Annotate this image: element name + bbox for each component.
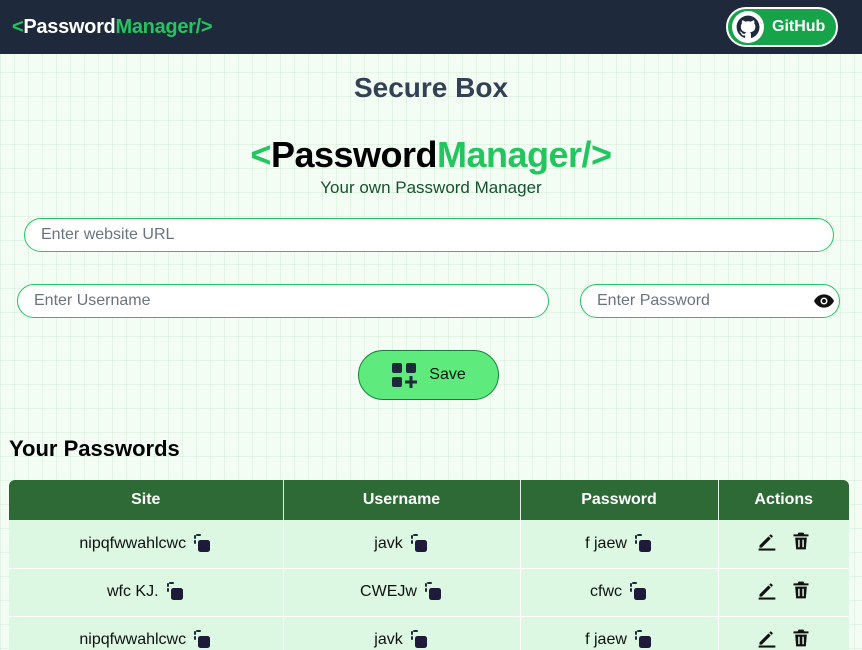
- brand-bracket: <: [250, 134, 271, 175]
- site-cell: nipqfwwahlcwc: [9, 616, 284, 650]
- table-header-row: Site Username Password Actions: [9, 480, 849, 520]
- brand-logo: <PasswordManager/>: [0, 134, 862, 176]
- add-grid-icon: [392, 363, 418, 388]
- copy-icon[interactable]: [409, 533, 429, 554]
- save-button[interactable]: Save: [358, 350, 499, 400]
- trash-icon[interactable]: [791, 580, 811, 600]
- column-header-actions: Actions: [718, 480, 849, 520]
- edit-icon[interactable]: [757, 628, 777, 648]
- username-text: javk: [374, 534, 403, 552]
- copy-icon[interactable]: [633, 533, 653, 554]
- actions-cell: [718, 616, 849, 650]
- save-label: Save: [429, 366, 466, 383]
- column-header-site: Site: [9, 480, 284, 520]
- navbar: <PasswordManager/> GitHub: [0, 0, 862, 54]
- table-row: wfc KJ. CWEJw cfwc: [9, 568, 849, 617]
- page-title: Secure Box: [353, 72, 509, 103]
- github-label: GitHub: [772, 18, 826, 35]
- passwords-heading: Your Passwords: [9, 436, 180, 461]
- site-cell: wfc KJ.: [9, 568, 284, 617]
- github-icon: [732, 11, 764, 43]
- username-cell: CWEJw: [283, 568, 521, 617]
- actions-cell: [718, 520, 849, 569]
- password-cell: f jaew: [520, 520, 719, 569]
- logo-main-text: Password: [23, 15, 116, 38]
- logo-bracket: <: [12, 15, 24, 38]
- trash-icon[interactable]: [791, 628, 811, 648]
- copy-icon[interactable]: [423, 582, 443, 602]
- copy-icon[interactable]: [165, 582, 185, 602]
- copy-icon[interactable]: [192, 533, 212, 554]
- password-cell: f jaew: [520, 616, 719, 650]
- actions-cell: [718, 568, 849, 617]
- site-text[interactable]: wfc KJ.: [107, 583, 159, 601]
- copy-icon[interactable]: [192, 630, 212, 650]
- github-button[interactable]: GitHub: [726, 7, 838, 47]
- website-url-input[interactable]: [24, 218, 834, 252]
- passwords-table: Site Username Password Actions nipqfwwah…: [9, 480, 849, 650]
- tagline: Your own Password Manager: [320, 178, 542, 197]
- password-cell: cfwc: [520, 568, 719, 617]
- table-row: nipqfwwahlcwc javk f jaew: [9, 520, 849, 569]
- username-cell: javk: [283, 520, 521, 569]
- password-text: cfwc: [590, 583, 622, 600]
- trash-icon[interactable]: [791, 531, 811, 551]
- copy-icon[interactable]: [628, 582, 648, 602]
- column-header-username: Username: [283, 480, 521, 520]
- copy-icon[interactable]: [409, 630, 429, 650]
- username-text: javk: [374, 631, 403, 648]
- site-text[interactable]: nipqfwwahlcwc: [79, 631, 186, 649]
- username-text: CWEJw: [360, 583, 417, 600]
- edit-icon[interactable]: [757, 531, 777, 551]
- column-header-password: Password: [520, 480, 719, 520]
- site-text[interactable]: nipqfwwahlcwc: [79, 535, 186, 553]
- username-cell: javk: [283, 616, 521, 650]
- password-input[interactable]: [580, 284, 840, 318]
- copy-icon[interactable]: [633, 630, 653, 650]
- site-cell: nipqfwwahlcwc: [9, 520, 284, 569]
- username-input[interactable]: [17, 284, 549, 318]
- table-row: nipqfwwahlcwc javk f jaew: [9, 616, 849, 650]
- brand-accent-text: Manager/>: [437, 134, 612, 175]
- nav-logo[interactable]: <PasswordManager/>: [12, 15, 213, 39]
- password-text: f jaew: [585, 631, 627, 648]
- eye-icon[interactable]: [814, 293, 834, 309]
- password-text: f jaew: [585, 534, 627, 552]
- edit-icon[interactable]: [757, 580, 777, 600]
- logo-accent-text: Manager/>: [115, 15, 213, 38]
- brand-main-text: Password: [270, 134, 438, 175]
